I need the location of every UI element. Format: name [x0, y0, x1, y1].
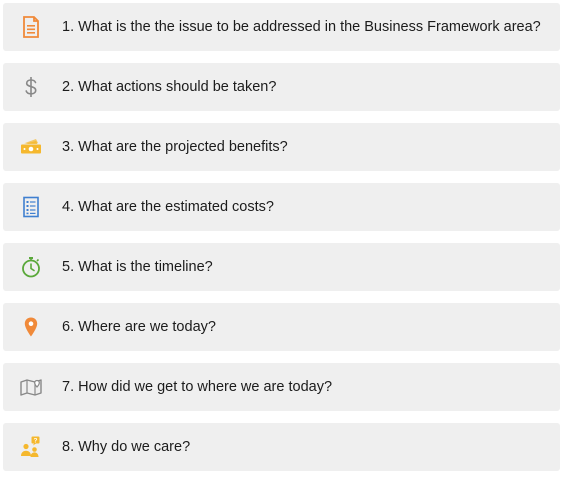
list-item[interactable]: 7. How did we get to where we are today? [3, 363, 560, 411]
svg-text:?: ? [34, 437, 38, 444]
list-item-label: 5. What is the timeline? [62, 259, 213, 275]
list-item[interactable]: 5. What is the timeline? [3, 243, 560, 291]
money-icon [19, 135, 43, 159]
dollar-icon [19, 75, 43, 99]
list-item-label: 8. Why do we care? [62, 439, 191, 455]
question-list: 1. What is the the issue to be addressed… [3, 3, 560, 483]
list-item[interactable]: 1. What is the the issue to be addressed… [3, 3, 560, 51]
map-icon [19, 375, 43, 399]
list-item-label: 7. How did we get to where we are today? [62, 379, 333, 395]
list-item[interactable]: 6. Where are we today? [3, 303, 560, 351]
list-item[interactable]: 2. What actions should be taken? [3, 63, 560, 111]
list-item[interactable]: ? 8. Why do we care? [3, 423, 560, 471]
document-icon [19, 15, 43, 39]
location-pin-icon [19, 315, 43, 339]
list-item-label: 4. What are the estimated costs? [62, 199, 274, 215]
list-item-label: 2. What actions should be taken? [62, 79, 277, 95]
list-item-label: 1. What is the the issue to be addressed… [62, 19, 541, 35]
list-item-label: 6. Where are we today? [62, 319, 216, 335]
people-question-icon: ? [19, 435, 43, 459]
checklist-icon [19, 195, 43, 219]
stopwatch-icon [19, 255, 43, 279]
list-item[interactable]: 4. What are the estimated costs? [3, 183, 560, 231]
list-item[interactable]: 3. What are the projected benefits? [3, 123, 560, 171]
list-item-label: 3. What are the projected benefits? [62, 139, 288, 155]
